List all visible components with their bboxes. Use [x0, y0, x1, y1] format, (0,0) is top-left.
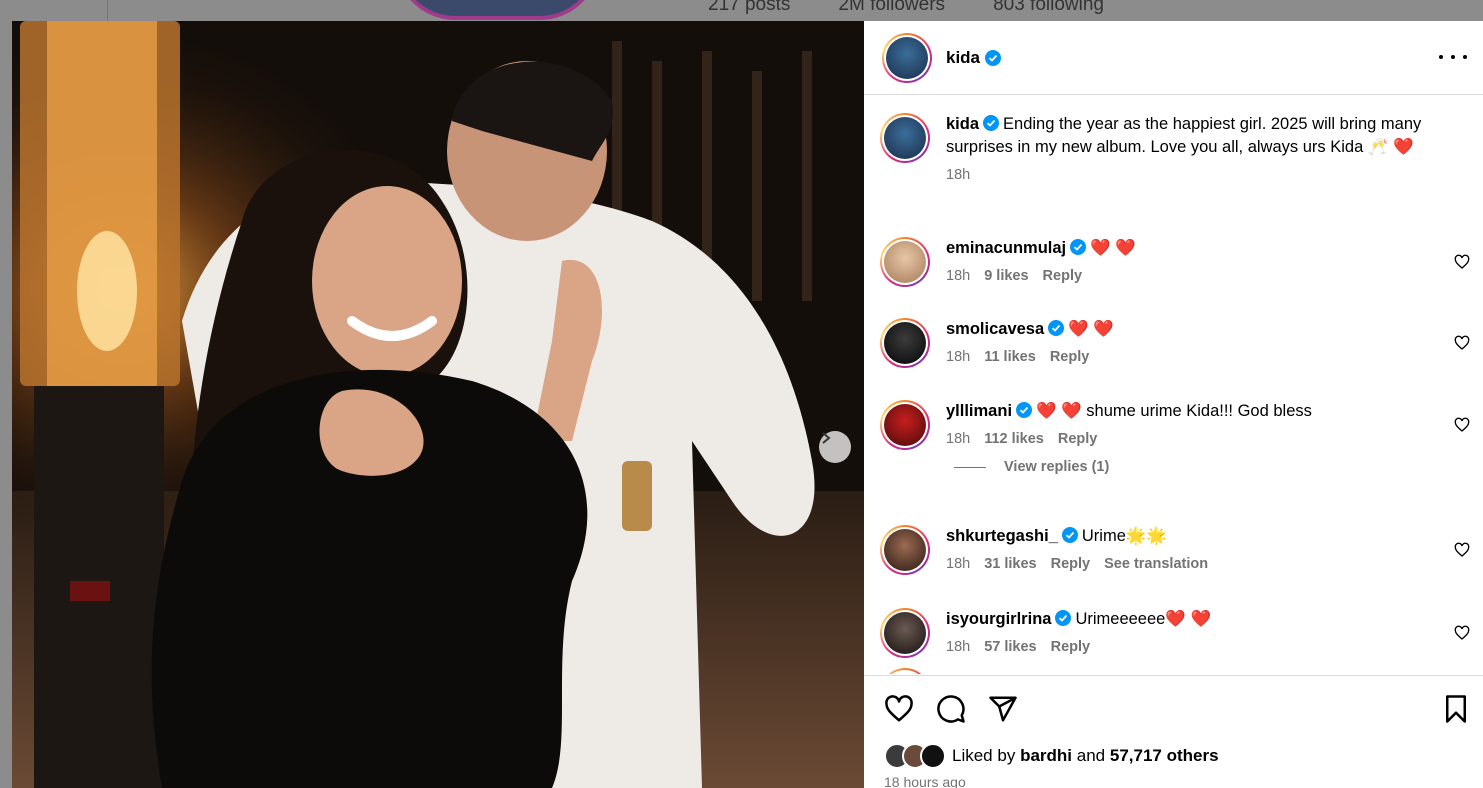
view-replies-label: View replies (1): [1004, 459, 1110, 475]
reply-button[interactable]: Reply: [1058, 431, 1098, 447]
comment-likes[interactable]: 9 likes: [984, 268, 1028, 284]
comment-avatar[interactable]: [880, 318, 930, 368]
author-avatar[interactable]: [882, 32, 932, 83]
verified-icon: [1061, 527, 1078, 543]
comment-text: Urime🌟🌟: [1081, 527, 1167, 545]
posts-count: 217 posts: [708, 0, 791, 15]
verified-icon: [1070, 239, 1087, 255]
more-icon: [1439, 55, 1443, 59]
post-actions: Liked by bardhi and 57,717 others 18 hou…: [864, 675, 1483, 788]
comment-row: smolicavesa ❤️ ❤️ 18h 11 likes Reply: [880, 318, 1470, 368]
comment-likes[interactable]: 11 likes: [984, 349, 1036, 365]
see-translation-button[interactable]: See translation: [1104, 556, 1208, 572]
liked-by-and: and: [1076, 746, 1106, 765]
view-replies-button[interactable]: View replies (1): [954, 459, 1109, 475]
like-button[interactable]: [884, 694, 914, 724]
comment-text: ❤️ ❤️ shume urime Kida!!! God bless: [1036, 402, 1312, 420]
liked-by-others[interactable]: 57,717 others: [1110, 746, 1219, 765]
post-modal: kida kida Ending the year as the happiest…: [12, 21, 1483, 788]
comment-avatar[interactable]: [880, 525, 930, 575]
comment-likes[interactable]: 31 likes: [984, 556, 1036, 572]
comments-list: kida Ending the year as the happiest girl…: [864, 96, 1483, 674]
next-photo-button[interactable]: [819, 431, 851, 463]
comment-icon: [937, 695, 965, 723]
caption-time: 18h: [946, 167, 971, 183]
comment-text: ❤️ ❤️: [1090, 239, 1136, 257]
comment-avatar[interactable]: [880, 237, 930, 287]
verified-icon: [1055, 610, 1072, 626]
more-options-button[interactable]: [1439, 47, 1467, 67]
heart-icon[interactable]: [1454, 542, 1470, 558]
share-icon: [989, 696, 1017, 722]
followers-count: 2M followers: [838, 0, 946, 15]
verified-icon: [1016, 402, 1033, 418]
caption-username[interactable]: kida: [946, 115, 979, 133]
verified-icon: [1048, 320, 1065, 336]
heart-icon[interactable]: [1454, 335, 1470, 351]
backdrop-divider: [107, 0, 108, 22]
comment-avatar[interactable]: [880, 608, 930, 658]
comment-username[interactable]: eminacunmulaj: [946, 239, 1066, 257]
comment-time: 18h: [946, 556, 971, 572]
save-button[interactable]: [1441, 694, 1471, 724]
verified-icon: [983, 115, 1000, 131]
liker-avatar[interactable]: [920, 743, 946, 769]
following-count: 803 following: [993, 0, 1104, 15]
comment-username[interactable]: ylllimani: [946, 402, 1012, 420]
comment-username[interactable]: smolicavesa: [946, 320, 1044, 338]
caption-avatar[interactable]: [880, 113, 930, 163]
comment-row: eminacunmulaj ❤️ ❤️ 18h 9 likes Reply: [880, 237, 1470, 287]
reply-button[interactable]: Reply: [1051, 639, 1091, 655]
comment-row: shkurtegashi_ Urime🌟🌟 18h 31 likes Reply …: [880, 525, 1470, 575]
save-icon: [1446, 695, 1466, 723]
heart-icon[interactable]: [1454, 625, 1470, 641]
comment-avatar[interactable]: [880, 668, 930, 674]
liked-by-prefix: Liked by: [952, 746, 1016, 765]
post-photo: [12, 21, 864, 788]
post-time: 18 hours ago: [884, 774, 966, 788]
comment-time: 18h: [946, 431, 971, 447]
comment-username[interactable]: shkurtegashi_: [946, 527, 1058, 545]
author-username[interactable]: kida: [946, 48, 980, 68]
comment-avatar[interactable]: [880, 400, 930, 450]
reply-button[interactable]: Reply: [1043, 268, 1083, 284]
chevron-right-icon: [822, 432, 831, 444]
replies-divider: [954, 466, 986, 468]
verified-icon: [985, 49, 1002, 66]
comment-time: 18h: [946, 639, 971, 655]
profile-stats: 217 posts 2M followers 803 following: [708, 0, 1104, 16]
comment-row: isyourgirlrina Urimeeeeee❤️ ❤️ 18h 57 lik…: [880, 608, 1470, 658]
comment-likes[interactable]: 57 likes: [984, 639, 1036, 655]
comment-row-partial: [880, 668, 1470, 674]
comment-time: 18h: [946, 268, 971, 284]
caption-row: kida Ending the year as the happiest girl…: [880, 113, 1470, 183]
comment-text: ❤️ ❤️: [1068, 320, 1114, 338]
caption-text: Ending the year as the happiest girl. 20…: [946, 115, 1422, 156]
heart-icon: [885, 695, 913, 722]
comment-text: Urimeeeeee❤️ ❤️: [1075, 610, 1212, 628]
comment-time: 18h: [946, 349, 971, 365]
comment-row: ylllimani ❤️ ❤️ shume urime Kida!!! God b…: [880, 400, 1470, 450]
reply-button[interactable]: Reply: [1051, 556, 1091, 572]
photo-illustration: [12, 21, 864, 788]
share-button[interactable]: [988, 694, 1018, 724]
heart-icon[interactable]: [1454, 417, 1470, 433]
reply-button[interactable]: Reply: [1050, 349, 1090, 365]
heart-icon[interactable]: [1454, 254, 1470, 270]
comment-button[interactable]: [936, 694, 966, 724]
post-panel: kida kida Ending the year as the happiest…: [864, 21, 1483, 788]
profile-avatar: [395, 0, 600, 20]
liked-by-user[interactable]: bardhi: [1020, 746, 1072, 765]
post-header: kida: [864, 21, 1483, 95]
comment-likes[interactable]: 112 likes: [984, 431, 1044, 447]
comment-username[interactable]: isyourgirlrina: [946, 610, 1051, 628]
liked-by: Liked by bardhi and 57,717 others: [884, 743, 1219, 769]
